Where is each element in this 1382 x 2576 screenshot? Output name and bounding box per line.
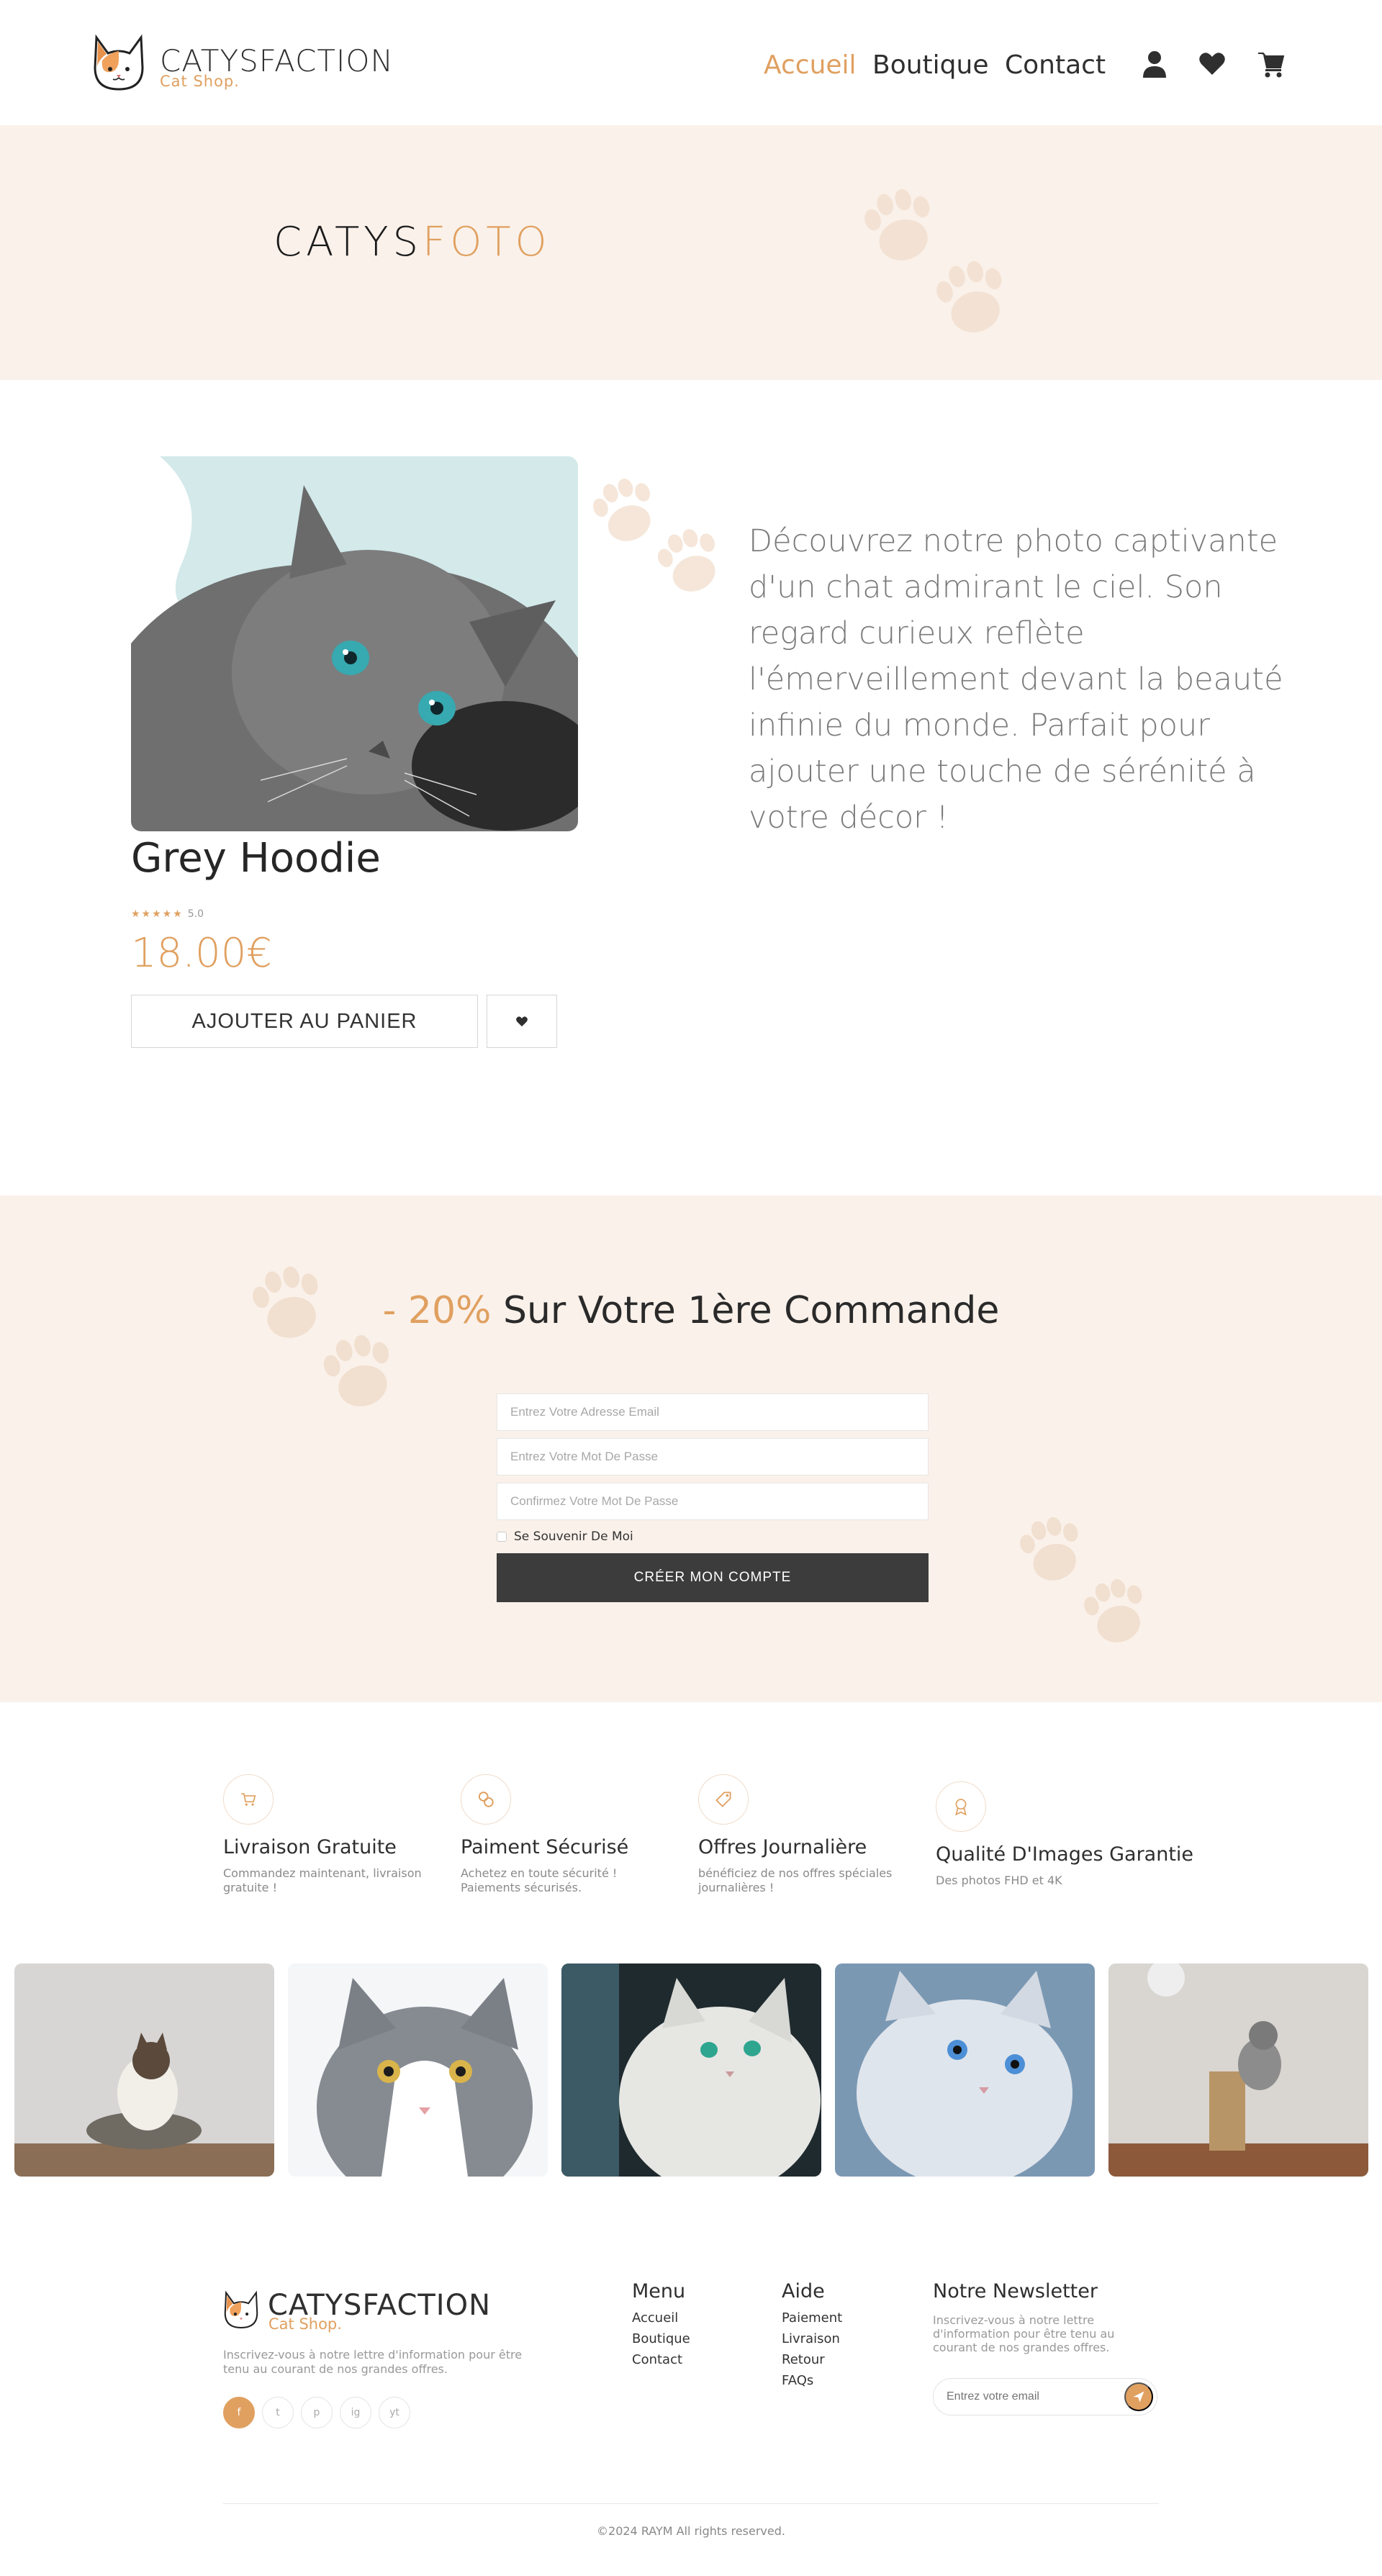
remember-label: Se Souvenir De Moi bbox=[514, 1529, 633, 1544]
feature-desc: Commandez maintenant, livraison gratuite… bbox=[223, 1866, 422, 1894]
product-price: 18.00€ bbox=[131, 930, 272, 977]
footer-link-contact[interactable]: Contact bbox=[632, 2352, 682, 2367]
feature-desc: Achetez en toute sécurité ! Paiements sé… bbox=[461, 1866, 618, 1894]
promo-title: - 20% Sur Votre 1ère Commande bbox=[0, 1289, 1382, 1332]
product-name: Grey Hoodie bbox=[131, 835, 381, 882]
banner-title-main: CATYS bbox=[274, 219, 423, 266]
gallery-image-2[interactable] bbox=[288, 1963, 548, 2177]
tag-icon bbox=[715, 1791, 731, 1807]
heart-icon bbox=[516, 1016, 528, 1027]
feature-desc: Des photos FHD et 4K bbox=[936, 1874, 1062, 1887]
promo-discount: - 20% bbox=[382, 1289, 492, 1332]
newsletter-submit-button[interactable] bbox=[1124, 2382, 1153, 2411]
password-field[interactable] bbox=[497, 1438, 929, 1475]
product-image[interactable] bbox=[131, 456, 578, 831]
feature-image-quality: Qualité D'Images Garantie Des photos FHD… bbox=[936, 1781, 1193, 1904]
banner-title-accent: FOTO bbox=[423, 219, 551, 266]
newsletter-title: Notre Newsletter bbox=[933, 2280, 1098, 2302]
pinterest-icon[interactable]: p bbox=[301, 2397, 333, 2428]
copyright: ©2024 RAYM All rights reserved. bbox=[597, 2524, 785, 2538]
nav-accueil[interactable]: Accueil bbox=[764, 50, 857, 80]
site-header: CATYSFACTION Cat Shop. Accueil Boutique … bbox=[0, 0, 1382, 125]
gallery-image-5[interactable] bbox=[1108, 1963, 1368, 2177]
signup-promo-section: - 20% Sur Votre 1ère Commande Se Souveni… bbox=[0, 1196, 1382, 1702]
feature-icon-circle bbox=[461, 1774, 511, 1825]
footer-link-livraison[interactable]: Livraison bbox=[782, 2331, 840, 2346]
feature-icon-circle bbox=[698, 1774, 749, 1825]
feature-free-delivery: Livraison Gratuite Commandez maintenant,… bbox=[223, 1774, 439, 1904]
feature-secure-payment: Paiment Sécurisé Achetez en toute sécuri… bbox=[461, 1774, 677, 1904]
gallery-image-3[interactable] bbox=[561, 1963, 821, 2177]
feature-desc: bénéficiez de nos offres spéciales journ… bbox=[698, 1866, 893, 1894]
cart-icon bbox=[241, 1793, 256, 1806]
product-rating: ★★★★★ 5.0 bbox=[131, 908, 204, 920]
cart-icon[interactable] bbox=[1257, 49, 1286, 79]
rating-stars: ★★★★★ bbox=[131, 908, 184, 920]
feature-icon-circle bbox=[223, 1774, 274, 1825]
paw-prints-decoration-2 bbox=[592, 479, 715, 592]
brand-subtitle: Cat Shop. bbox=[160, 73, 240, 90]
newsletter-text: Inscrivez-vous à notre lettre d'informat… bbox=[933, 2313, 1115, 2354]
confirm-password-field[interactable] bbox=[497, 1483, 929, 1520]
send-icon bbox=[1133, 2391, 1144, 2403]
footer-link-retour[interactable]: Retour bbox=[782, 2352, 825, 2367]
remember-checkbox[interactable] bbox=[497, 1532, 507, 1542]
footer-cat-logo-icon[interactable] bbox=[223, 2289, 259, 2331]
rating-value: 5.0 bbox=[187, 908, 204, 920]
wishlist-button[interactable] bbox=[487, 995, 557, 1048]
feature-title: Qualité D'Images Garantie bbox=[936, 1843, 1194, 1866]
feature-daily-offers: Offres Journalière bénéficiez de nos off… bbox=[698, 1774, 914, 1904]
add-to-cart-button[interactable]: AJOUTER AU PANIER bbox=[131, 995, 478, 1048]
facebook-icon[interactable]: f bbox=[223, 2397, 255, 2428]
promo-title-text: Sur Votre 1ère Commande bbox=[502, 1289, 1000, 1332]
footer-help-title: Aide bbox=[782, 2280, 825, 2302]
footer-text: Inscrivez-vous à notre lettre d'informat… bbox=[223, 2348, 523, 2376]
feature-title: Livraison Gratuite bbox=[223, 1836, 397, 1858]
cat-logo-icon[interactable] bbox=[92, 32, 145, 94]
instagram-icon[interactable]: ig bbox=[340, 2397, 371, 2428]
footer-link-faqs[interactable]: FAQs bbox=[782, 2373, 813, 2388]
page-banner: CATYSFOTO bbox=[0, 125, 1382, 380]
email-field[interactable] bbox=[497, 1393, 929, 1431]
footer-divider bbox=[223, 2503, 1159, 2504]
gallery-image-1[interactable] bbox=[14, 1963, 274, 2177]
banner-title: CATYSFOTO bbox=[274, 219, 551, 266]
footer-brand-subtitle: Cat Shop. bbox=[268, 2315, 342, 2333]
youtube-icon[interactable]: yt bbox=[379, 2397, 410, 2428]
feature-icon-circle bbox=[936, 1781, 986, 1832]
footer-link-boutique[interactable]: Boutique bbox=[632, 2331, 690, 2346]
nav-contact[interactable]: Contact bbox=[1005, 50, 1106, 80]
footer-link-accueil[interactable]: Accueil bbox=[632, 2310, 678, 2326]
create-account-button[interactable]: CRÉER MON COMPTE bbox=[497, 1553, 929, 1602]
coins-icon bbox=[478, 1791, 494, 1807]
remember-me[interactable]: Se Souvenir De Moi bbox=[497, 1529, 633, 1544]
award-icon bbox=[955, 1799, 967, 1816]
heart-icon[interactable] bbox=[1198, 49, 1227, 79]
paw-prints-decoration-3 bbox=[253, 1266, 389, 1406]
user-icon[interactable] bbox=[1140, 49, 1169, 79]
twitter-icon[interactable]: t bbox=[262, 2397, 294, 2428]
paw-prints-decoration-4 bbox=[1020, 1517, 1142, 1642]
paw-prints-decoration bbox=[864, 189, 1002, 333]
footer-menu-title: Menu bbox=[632, 2280, 686, 2302]
product-description: Découvrez notre photo captivante d'un ch… bbox=[749, 523, 1283, 836]
footer-link-paiement[interactable]: Paiement bbox=[782, 2310, 842, 2326]
feature-title: Paiment Sécurisé bbox=[461, 1836, 629, 1858]
feature-title: Offres Journalière bbox=[698, 1836, 867, 1858]
gallery-image-4[interactable] bbox=[835, 1963, 1095, 2177]
nav-boutique[interactable]: Boutique bbox=[872, 50, 988, 80]
